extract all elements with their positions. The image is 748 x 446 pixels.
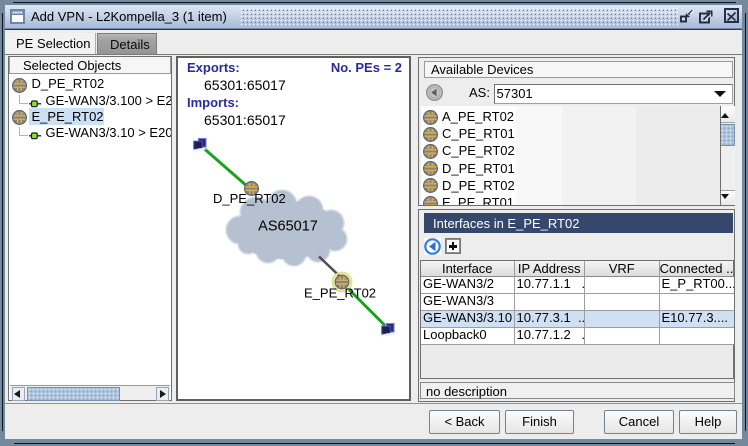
svg-text:E_PE_RT02: E_PE_RT02 bbox=[304, 286, 376, 301]
svg-text:AS65017: AS65017 bbox=[258, 219, 318, 235]
svg-text:D_PE_RT02: D_PE_RT02 bbox=[213, 191, 286, 206]
